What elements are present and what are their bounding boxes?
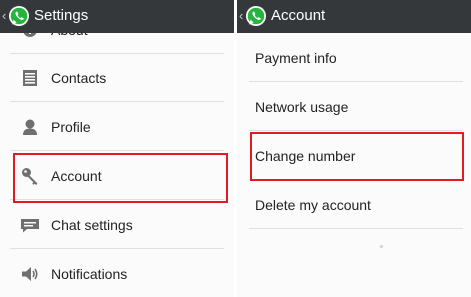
whatsapp-logo-icon[interactable] <box>245 5 267 27</box>
account-item-label: Network usage <box>255 99 349 115</box>
account-panel: ‹ Account Payment info Network usage Cha… <box>237 0 471 297</box>
speaker-icon <box>20 264 40 284</box>
account-highlight-box <box>13 153 228 203</box>
settings-panel: ‹ Settings About Contacts <box>0 0 234 297</box>
scroll-indicator <box>380 245 383 248</box>
account-item-label: Delete my account <box>255 197 371 213</box>
account-action-bar: ‹ Account <box>237 0 471 33</box>
profile-icon <box>20 117 40 137</box>
account-item-label: Payment info <box>255 50 337 66</box>
settings-item-label: Profile <box>51 119 91 135</box>
chat-icon <box>20 215 40 235</box>
account-item-delete-my-account[interactable]: Delete my account <box>249 181 463 229</box>
contacts-icon <box>20 68 40 88</box>
settings-item-profile[interactable]: Profile <box>10 103 224 151</box>
account-item-network-usage[interactable]: Network usage <box>249 83 463 131</box>
settings-item-label: Chat settings <box>51 217 133 233</box>
settings-item-label: Notifications <box>51 266 128 282</box>
change-number-highlight-box <box>250 132 464 181</box>
whatsapp-logo-icon[interactable] <box>8 5 30 27</box>
settings-item-contacts[interactable]: Contacts <box>10 54 224 102</box>
account-title: Account <box>271 7 326 24</box>
settings-action-bar: ‹ Settings <box>0 0 234 33</box>
settings-item-label: Contacts <box>51 70 107 86</box>
account-item-payment-info[interactable]: Payment info <box>249 34 463 82</box>
settings-item-notifications[interactable]: Notifications <box>10 250 224 297</box>
settings-item-chat-settings[interactable]: Chat settings <box>10 201 224 249</box>
settings-title: Settings <box>34 7 89 24</box>
